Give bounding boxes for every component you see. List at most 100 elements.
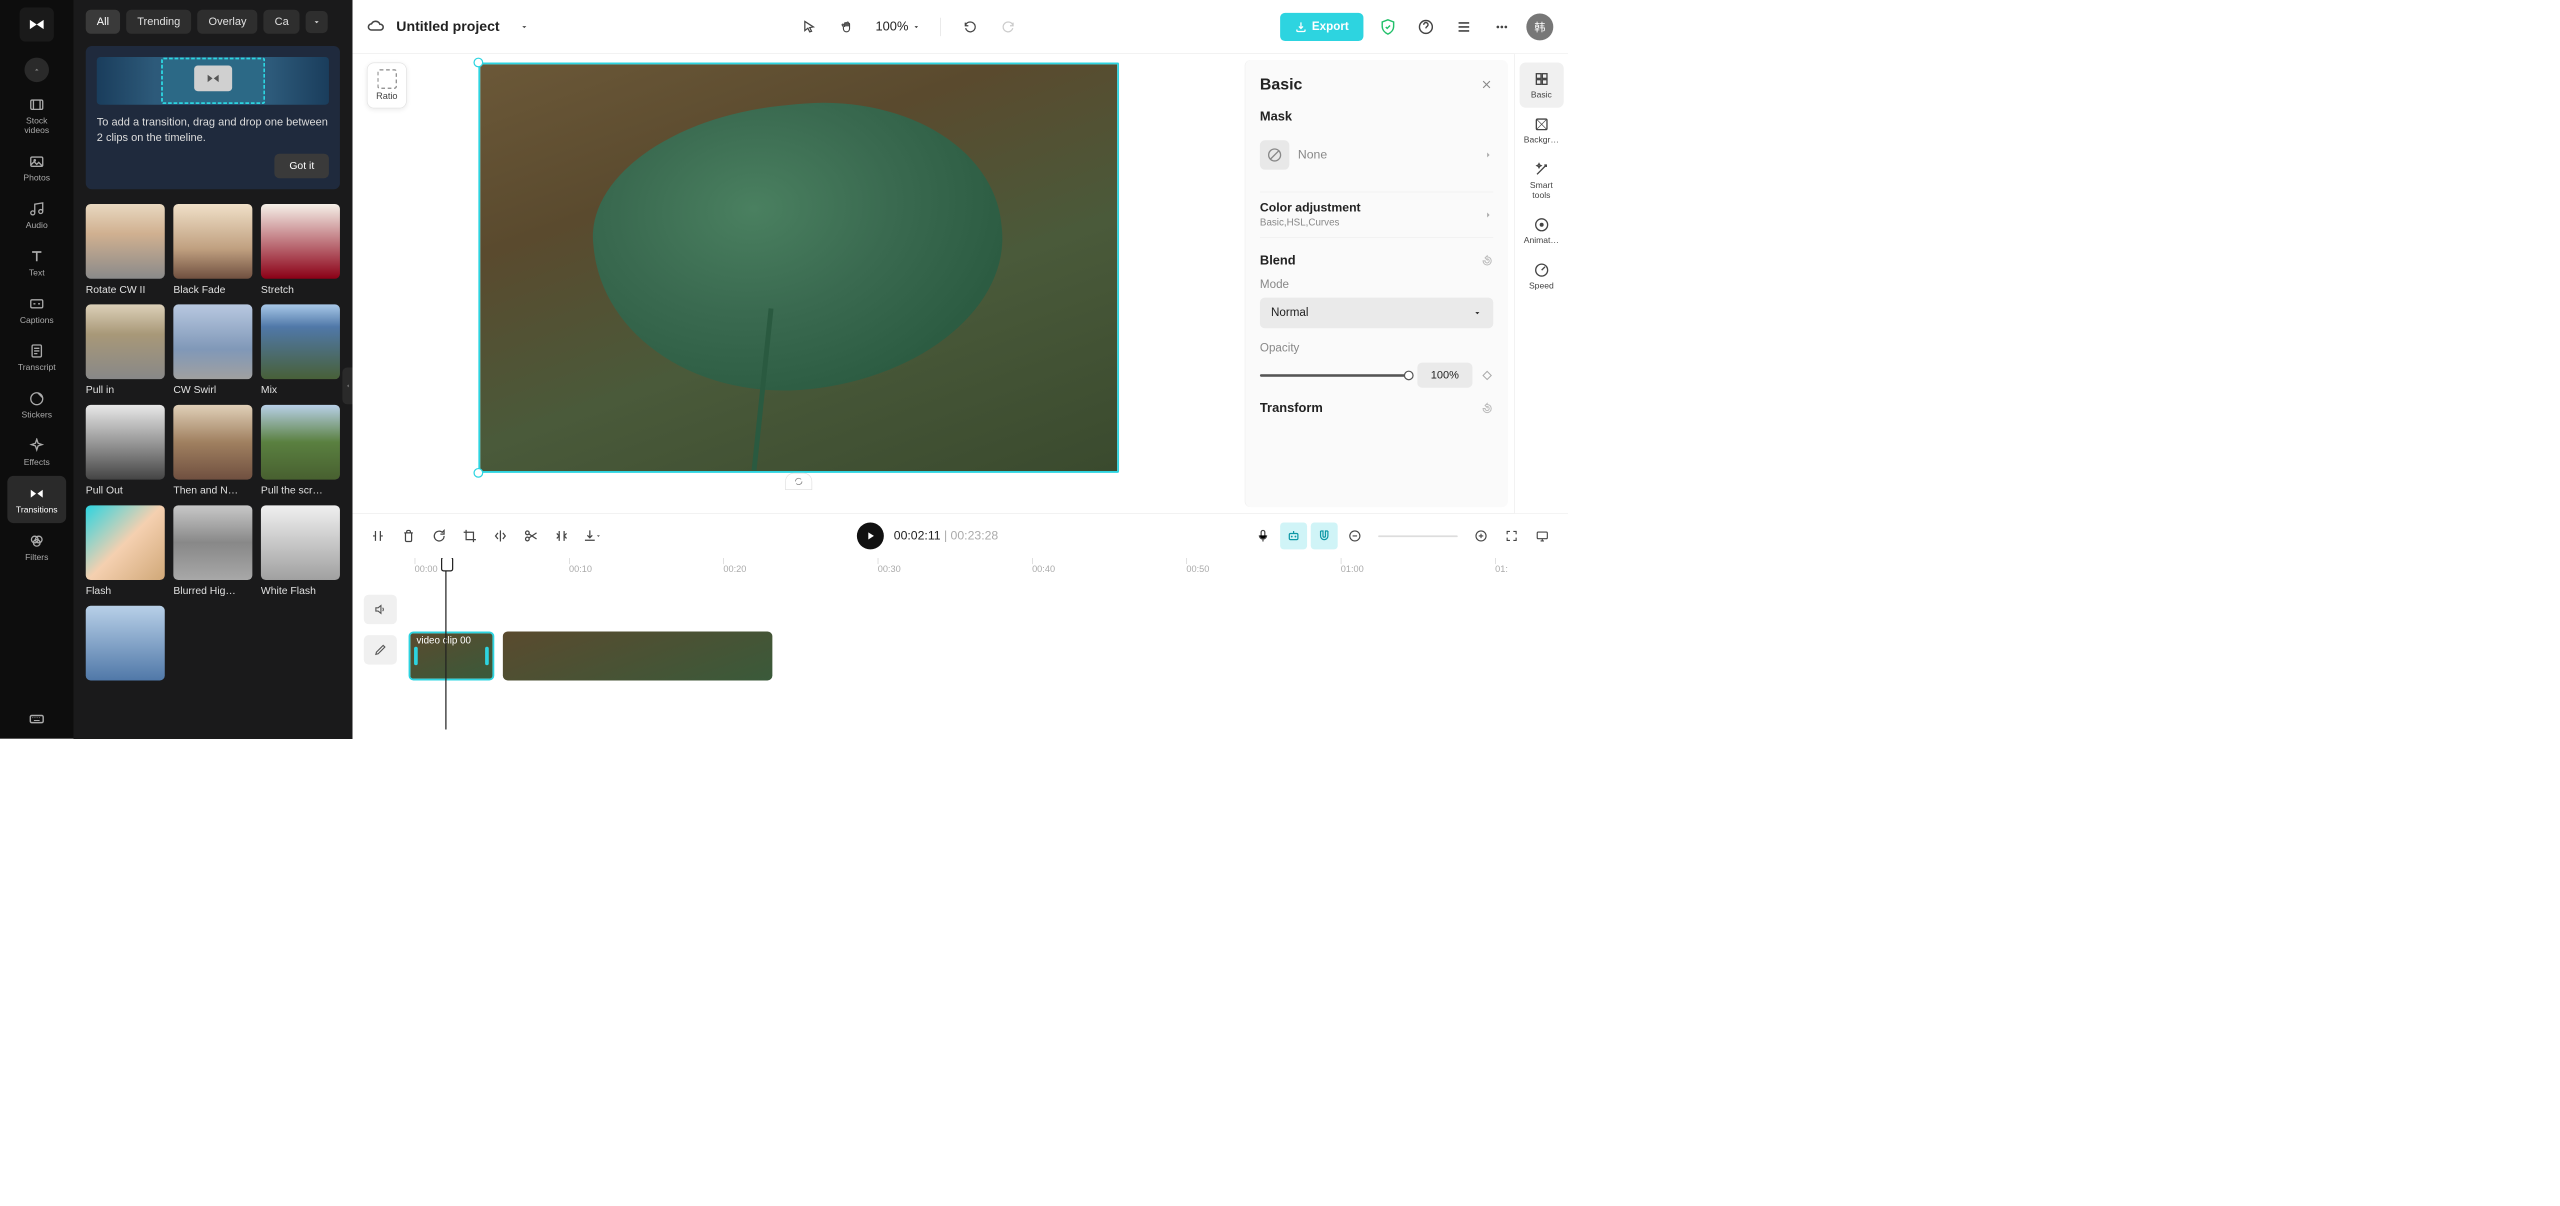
timeline-options-button[interactable] (1529, 522, 1556, 549)
sidebar-item-audio[interactable]: Audio (7, 191, 66, 238)
right-tab-speed[interactable]: Speed (1519, 254, 1563, 299)
delete-button[interactable] (395, 522, 422, 549)
opacity-value[interactable]: 100% (1417, 363, 1472, 388)
crop-button[interactable] (456, 522, 483, 549)
color-adjustment-row[interactable]: Color adjustment Basic,HSL,Curves (1260, 192, 1493, 238)
preview-canvas[interactable] (478, 62, 1119, 472)
panel-collapse-handle[interactable] (342, 368, 352, 405)
ratio-button[interactable]: Ratio (367, 62, 407, 108)
mirror-button[interactable] (487, 522, 514, 549)
rail-collapse-button[interactable] (25, 58, 50, 83)
mute-track-button[interactable] (364, 595, 397, 624)
resize-handle-bl[interactable] (473, 468, 483, 478)
right-tab-background[interactable]: Backgr… (1519, 108, 1563, 153)
auto-captions-button[interactable] (1280, 522, 1307, 549)
right-tab-smart-tools[interactable]: Smart tools (1519, 153, 1563, 208)
sidebar-item-effects[interactable]: Effects (7, 428, 66, 475)
close-properties-button[interactable] (1480, 77, 1493, 90)
transition-item[interactable]: Pull in (86, 305, 165, 397)
export-button[interactable]: Export (1280, 13, 1363, 41)
transition-thumb (173, 405, 252, 480)
transition-item[interactable]: Stretch (261, 204, 340, 296)
timeline-clip[interactable] (503, 631, 772, 680)
cursor-tool-button[interactable] (796, 13, 823, 40)
transition-item[interactable]: Then and N… (173, 405, 252, 497)
transform-reset-button[interactable] (1481, 402, 1493, 414)
zoom-display[interactable]: 100% (876, 19, 921, 34)
more-menu-button[interactable] (1488, 13, 1515, 40)
tip-got-it-button[interactable]: Got it (275, 154, 329, 179)
split-button[interactable] (364, 522, 391, 549)
sidebar-item-filters[interactable]: Filters (7, 523, 66, 570)
undo-button[interactable] (957, 13, 984, 40)
sidebar-item-captions[interactable]: Captions (7, 286, 66, 333)
transition-item[interactable]: Black Fade (173, 204, 252, 296)
slider-handle[interactable] (1404, 370, 1414, 380)
app-logo[interactable] (20, 7, 54, 41)
filter-tab-all[interactable]: All (86, 10, 120, 34)
sidebar-item-transcript[interactable]: Transcript (7, 333, 66, 380)
project-title-dropdown[interactable] (511, 13, 538, 40)
user-avatar[interactable]: 韩 (1526, 13, 1553, 40)
rotate-button[interactable] (426, 522, 453, 549)
playhead[interactable] (445, 558, 446, 730)
timeline-clip-selected[interactable]: video clip 00 (409, 631, 495, 680)
redo-button[interactable] (995, 13, 1022, 40)
transition-item[interactable]: Flash (86, 506, 165, 598)
project-title[interactable]: Untitled project (396, 18, 499, 35)
transition-item[interactable]: CW Swirl (173, 305, 252, 397)
sidebar-item-photos[interactable]: Photos (7, 144, 66, 191)
resize-handle-tl[interactable] (473, 58, 483, 68)
keyboard-shortcuts-button[interactable] (7, 699, 66, 738)
transition-item[interactable] (86, 606, 165, 686)
edit-track-button[interactable] (364, 635, 397, 664)
color-adjustment-subtitle: Basic,HSL,Curves (1260, 217, 1361, 228)
detach-audio-button[interactable] (518, 522, 545, 549)
filter-tab-trending[interactable]: Trending (126, 10, 191, 34)
clip-trim-handle-left[interactable] (414, 647, 418, 665)
filter-more-button[interactable] (306, 11, 328, 33)
filter-tab-camera[interactable]: Ca (264, 10, 300, 34)
sidebar-item-transitions[interactable]: Transitions (7, 476, 66, 523)
hand-tool-button[interactable] (834, 13, 861, 40)
help-button[interactable] (1412, 13, 1439, 40)
sticker-icon (28, 389, 46, 407)
transition-item[interactable]: Rotate CW II (86, 204, 165, 296)
sidebar-item-stickers[interactable]: Stickers (7, 381, 66, 428)
zoom-slider[interactable] (1378, 535, 1458, 537)
transition-item[interactable]: Mix (261, 305, 340, 397)
blend-reset-button[interactable] (1481, 255, 1493, 267)
mic-icon (1256, 529, 1271, 544)
right-tab-basic[interactable]: Basic (1519, 62, 1563, 107)
cloud-sync-button[interactable] (367, 17, 385, 35)
auto-split-button[interactable] (1311, 522, 1338, 549)
opacity-keyframe-button[interactable] (1481, 369, 1493, 381)
play-button[interactable] (857, 522, 884, 549)
transition-item[interactable]: White Flash (261, 506, 340, 598)
zoom-in-button[interactable] (1468, 522, 1495, 549)
clip-trim-handle-right[interactable] (485, 647, 489, 665)
mask-selector[interactable]: None (1260, 134, 1493, 176)
close-icon (1480, 77, 1493, 90)
sidebar-label: Stock videos (24, 116, 49, 135)
download-button[interactable] (579, 522, 606, 549)
timeline-tracks[interactable]: 00:0000:1000:2000:3000:4000:5001:0001: v… (409, 558, 1568, 739)
shield-button[interactable] (1374, 13, 1401, 40)
sidebar-item-text[interactable]: Text (7, 239, 66, 286)
reverse-button[interactable] (548, 522, 575, 549)
tasks-button[interactable] (1450, 13, 1477, 40)
voiceover-button[interactable] (1250, 522, 1277, 549)
sidebar-item-stock-videos[interactable]: Stock videos (7, 87, 66, 144)
transition-item[interactable]: Blurred Hig… (173, 506, 252, 598)
zoom-fit-button[interactable] (1498, 522, 1525, 549)
zoom-out-button[interactable] (1341, 522, 1368, 549)
transition-item[interactable]: Pull the scr… (261, 405, 340, 497)
transition-item[interactable]: Pull Out (86, 405, 165, 497)
right-tab-animation[interactable]: Animat… (1519, 208, 1563, 253)
sidebar-label: Stickers (21, 410, 52, 419)
blend-mode-select[interactable]: Normal (1260, 298, 1493, 329)
timeline-ruler[interactable]: 00:0000:1000:2000:3000:4000:5001:0001: (409, 558, 1568, 583)
filter-tab-overlay[interactable]: Overlay (197, 10, 257, 34)
preview-bottom-knob[interactable] (785, 473, 812, 490)
opacity-slider[interactable] (1260, 374, 1409, 376)
